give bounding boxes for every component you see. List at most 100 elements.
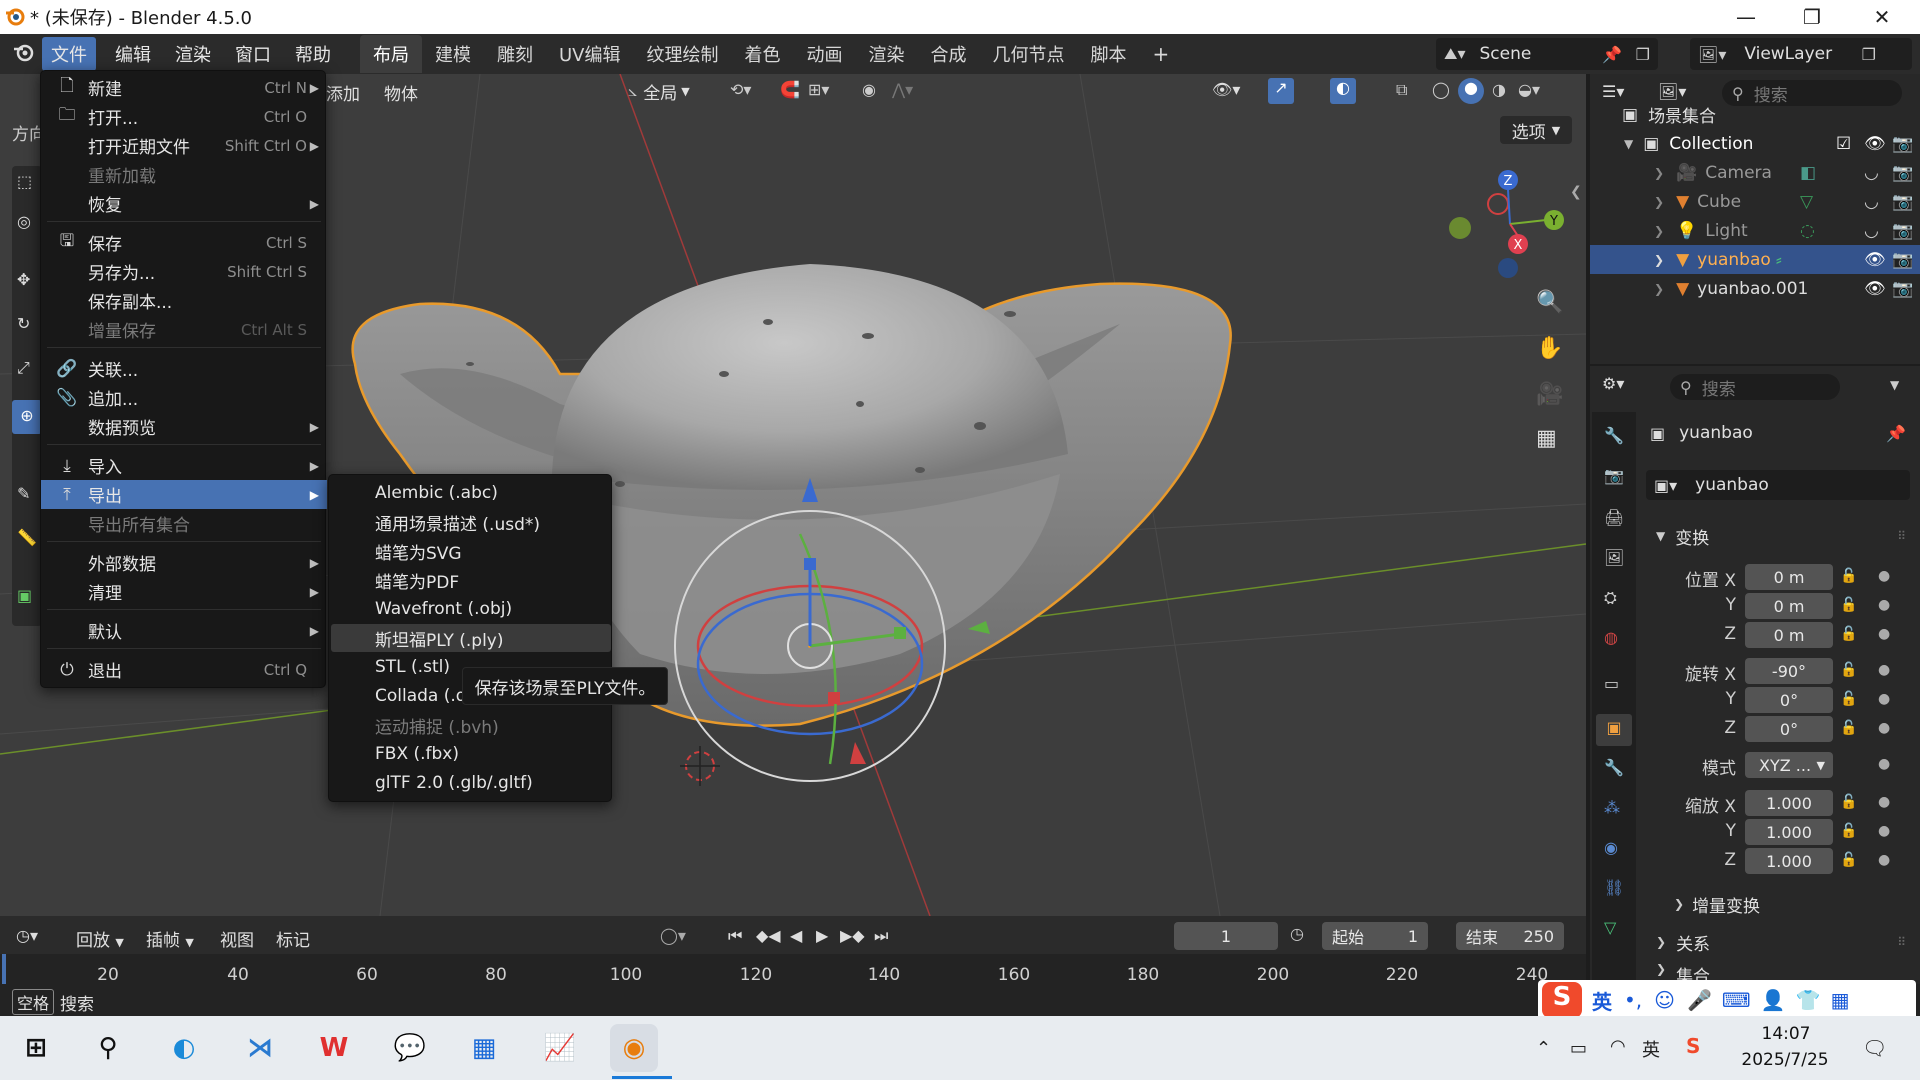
wireframe-shading-icon[interactable]: ◯ <box>1432 80 1450 99</box>
current-frame-field[interactable]: 1 <box>1174 922 1278 950</box>
checkbox-icon[interactable]: ☑ <box>1836 134 1851 154</box>
rendered-shading-icon[interactable]: ◒▾ <box>1518 80 1540 99</box>
scale-x-field[interactable]: 1.000 <box>1745 790 1833 816</box>
lock-icon[interactable]: 🔓 <box>1840 626 1857 642</box>
zoom-icon[interactable]: 🔍 <box>1536 290 1563 315</box>
relations-panel-header[interactable]: ❯ 关系 ⠿ <box>1656 928 1906 956</box>
outliner-item-camera[interactable]: ❯ 🎥 Camera ◧ ◡ 📷 <box>1590 158 1920 187</box>
solid-shading-icon[interactable]: ● <box>1458 78 1484 104</box>
wifi-icon[interactable]: ◠ <box>1610 1036 1626 1057</box>
keyframe-dot-icon[interactable]: ● <box>1878 568 1890 584</box>
hidden-eye-icon[interactable]: ◡ <box>1864 192 1879 212</box>
scene-collection-row[interactable]: ▣ 场景集合 <box>1590 100 1920 129</box>
cursor-tool-icon[interactable]: ◎ <box>17 212 31 231</box>
file-menu-recover[interactable]: 恢复 ▶ <box>41 189 327 218</box>
location-y-field[interactable]: 0 m <box>1745 593 1833 619</box>
viewport-object-menu[interactable]: 物体 <box>384 80 418 105</box>
scene-tab-icon[interactable]: ⛭ <box>1604 588 1617 608</box>
overlay-toggle-icon[interactable]: ◐ <box>1330 78 1356 104</box>
auto-keying-icon[interactable]: ◯▾ <box>660 926 686 945</box>
file-menu-link[interactable]: 🔗 关联... <box>41 354 327 383</box>
drag-grip-icon[interactable]: ⠿ <box>1897 935 1906 949</box>
file-menu-append[interactable]: 📎 追加... <box>41 383 327 412</box>
tab-animation[interactable]: 动画 <box>794 35 856 73</box>
world-tab-icon[interactable]: ◍ <box>1604 628 1618 647</box>
wechat-icon[interactable]: 💬 <box>386 1024 434 1072</box>
export-usd[interactable]: 通用场景描述 (.usd*) <box>331 508 611 536</box>
file-menu-export[interactable]: ⤒ 导出 ▶ <box>41 480 327 509</box>
blender-taskbar-icon[interactable]: ◉ <box>610 1024 658 1072</box>
scale-z-field[interactable]: 1.000 <box>1745 848 1833 874</box>
tray-chevron-up-icon[interactable]: ⌃ <box>1536 1038 1551 1059</box>
location-x-field[interactable]: 0 m <box>1745 564 1833 590</box>
tab-layout[interactable]: 布局 <box>360 35 422 73</box>
rotation-y-field[interactable]: 0° <box>1745 687 1833 713</box>
properties-editor-type-icon[interactable]: ⚙▾ <box>1602 374 1624 393</box>
data-tab-icon[interactable]: ▽ <box>1604 918 1616 937</box>
minimize-button[interactable]: — <box>1716 0 1776 34</box>
keyframe-dot-icon[interactable]: ● <box>1878 626 1890 642</box>
pin-icon[interactable]: 📌 <box>1886 424 1906 443</box>
tray-ime-label[interactable]: 英 <box>1642 1036 1660 1062</box>
hidden-eye-icon[interactable]: ◡ <box>1864 163 1879 183</box>
particles-tab-icon[interactable]: ⁂ <box>1604 798 1620 817</box>
view-layer-selector[interactable]: 🖼▾ ViewLayer ❐ <box>1690 38 1912 70</box>
toolbox-icon[interactable]: ▦ <box>1831 988 1850 1012</box>
keyframe-dot-icon[interactable]: ● <box>1878 756 1890 772</box>
camera-render-icon[interactable]: 📷 <box>1892 163 1913 183</box>
falloff-icon[interactable]: ⋀▾ <box>892 80 913 99</box>
file-menu-new[interactable]: 🗋 新建 Ctrl N ▶ <box>41 73 327 102</box>
start-frame-field[interactable]: 起始 1 <box>1322 922 1428 950</box>
microsoft-store-icon[interactable]: ▦ <box>460 1024 508 1072</box>
prev-keyframe-icon[interactable]: ◆◀ <box>756 926 781 945</box>
select-box-tool-icon[interactable]: ⬚ <box>17 172 32 191</box>
pin-icon[interactable]: 📌 <box>1602 45 1622 64</box>
keyboard-icon[interactable]: ⌨ <box>1722 988 1751 1012</box>
maximize-button[interactable]: ❐ <box>1782 0 1842 34</box>
file-menu-quit[interactable]: ⏻ 退出 Ctrl Q <box>41 655 327 684</box>
add-cube-tool-icon[interactable]: ▣ <box>17 586 32 605</box>
chevron-down-icon[interactable]: ▼ <box>1890 378 1899 392</box>
display-mode-icon[interactable]: 🖼▾ <box>1658 82 1686 101</box>
playback-menu[interactable]: 回放 ▼ <box>76 926 124 951</box>
camera-render-icon[interactable]: 📷 <box>1892 250 1913 270</box>
location-z-field[interactable]: 0 m <box>1745 622 1833 648</box>
file-menu-save-copy[interactable]: 保存副本... <box>41 286 327 315</box>
emoji-icon[interactable]: ☺ <box>1654 988 1675 1012</box>
outliner-item-yuanbao[interactable]: ❯ ▼ yuanbao ⸗ 👁 📷 <box>1590 245 1920 274</box>
export-wavefront-obj[interactable]: Wavefront (.obj) <box>331 595 611 623</box>
rotation-x-field[interactable]: -90° <box>1745 658 1833 684</box>
modifier-tab-icon[interactable]: 🔧 <box>1604 758 1624 777</box>
skin-icon[interactable]: 👕 <box>1796 988 1821 1012</box>
material-shading-icon[interactable]: ◑ <box>1492 80 1506 99</box>
close-button[interactable]: ✕ <box>1852 0 1912 34</box>
delta-transform-subpanel[interactable]: ❯ 增量变换 <box>1674 890 1904 918</box>
expand-chevron-icon[interactable]: ▼ <box>1624 137 1633 151</box>
tab-texture-paint[interactable]: 纹理绘制 <box>634 35 732 73</box>
playhead[interactable] <box>2 954 6 984</box>
add-workspace-button[interactable]: + <box>1140 36 1183 72</box>
vscode-icon[interactable]: ⋊ <box>236 1024 284 1072</box>
keyframe-dot-icon[interactable]: ● <box>1878 794 1890 810</box>
tab-modeling[interactable]: 建模 <box>422 35 484 73</box>
menu-window[interactable]: 窗口 <box>226 37 280 71</box>
windows-start-icon[interactable]: ⊞ <box>12 1024 60 1072</box>
lock-icon[interactable]: 🔓 <box>1840 568 1857 584</box>
camera-render-icon[interactable]: 📷 <box>1892 221 1913 241</box>
export-grease-pencil-pdf[interactable]: 蜡笔为PDF <box>331 566 611 594</box>
hidden-eye-icon[interactable]: ◡ <box>1864 221 1879 241</box>
rotation-mode-dropdown[interactable]: XYZ ... ▼ <box>1745 752 1833 778</box>
lock-icon[interactable]: 🔓 <box>1840 794 1857 810</box>
pan-hand-icon[interactable]: ✋ <box>1536 336 1563 361</box>
export-fbx[interactable]: FBX (.fbx) <box>331 740 611 768</box>
file-menu-defaults[interactable]: 默认 ▶ <box>41 616 327 645</box>
file-menu-import[interactable]: ⤓ 导入 ▶ <box>41 451 327 480</box>
battery-icon[interactable]: ▭ <box>1570 1038 1587 1059</box>
outliner-item-cube[interactable]: ❯ ▼ Cube ▽ ◡ 📷 <box>1590 187 1920 216</box>
collection-row[interactable]: ▼ ▣ Collection ☑ 👁 📷 <box>1590 129 1920 158</box>
play-icon[interactable]: ▶ <box>816 926 828 945</box>
keyframe-dot-icon[interactable]: ● <box>1878 662 1890 678</box>
tab-scripting[interactable]: 脚本 <box>1078 35 1140 73</box>
camera-render-icon[interactable]: 📷 <box>1892 134 1913 154</box>
ime-language-toggle[interactable]: 英 <box>1592 986 1612 1015</box>
